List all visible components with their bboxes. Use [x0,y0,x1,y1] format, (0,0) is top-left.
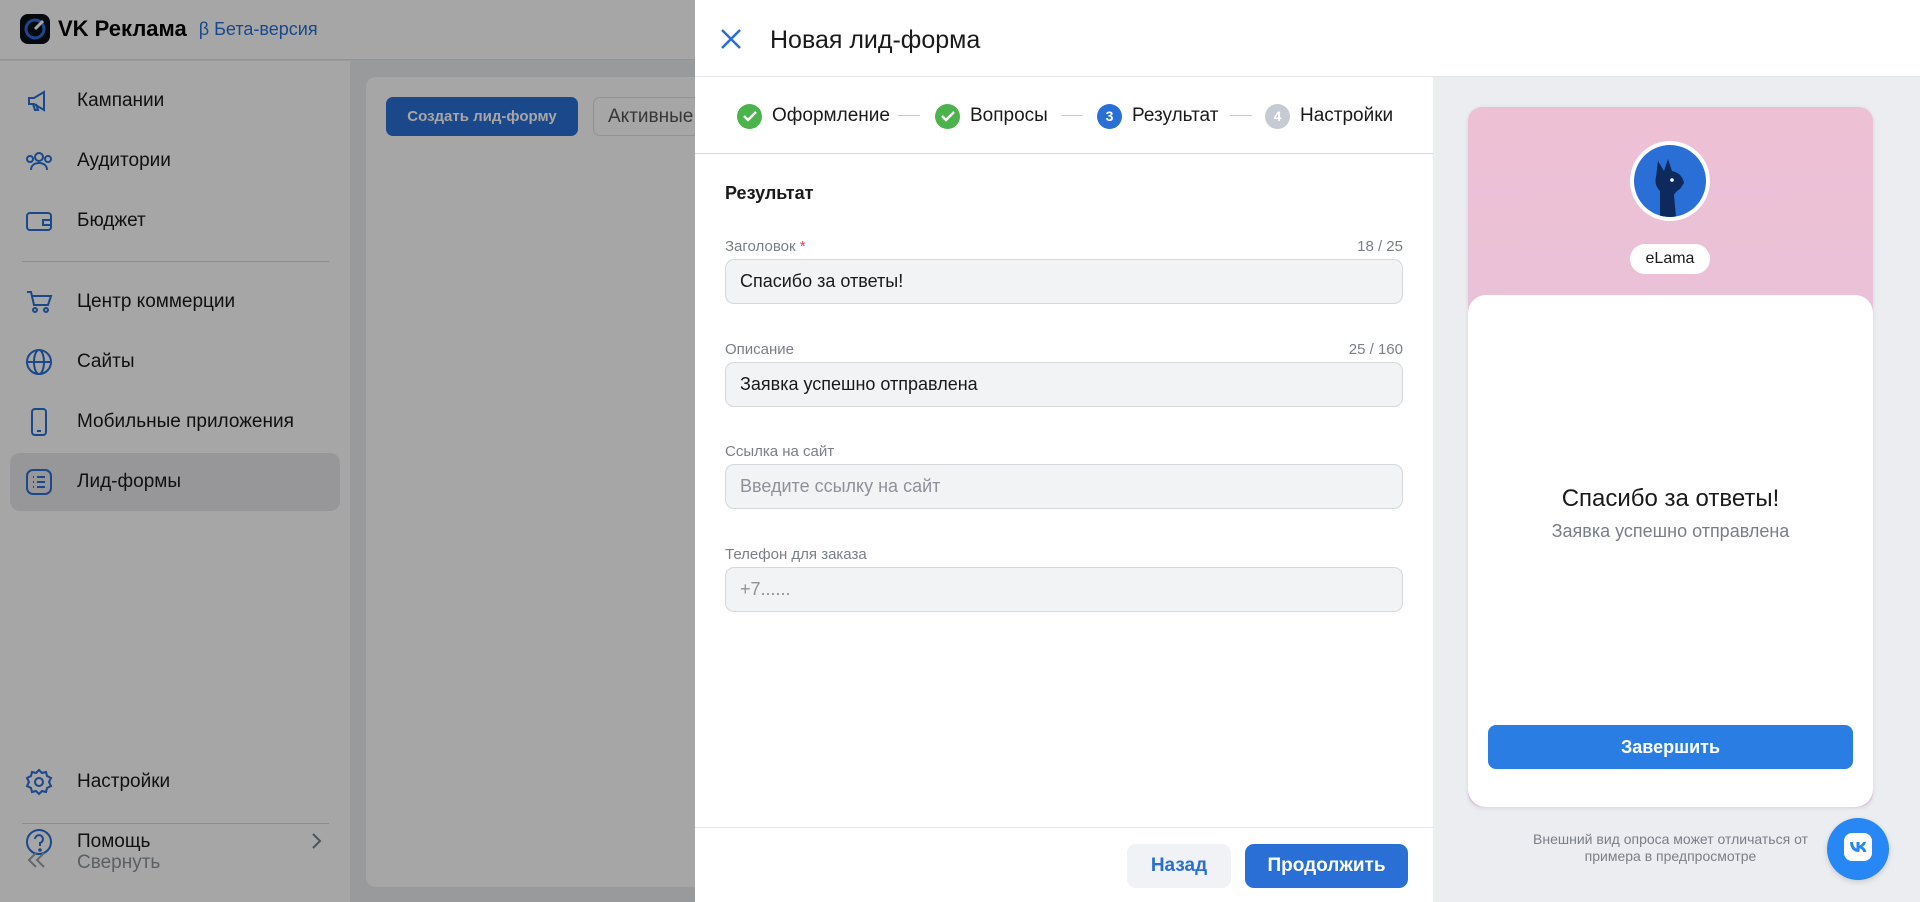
field-label: Описание [725,341,795,358]
new-lead-form-modal: Новая лид-форма Оформление Вопросы 3 Рез… [695,0,1920,902]
field-label: Ссылка на сайт [725,443,835,460]
headline-input[interactable]: Спасибо за ответы! [725,259,1403,304]
finish-button[interactable]: Завершить [1488,725,1853,769]
step-label: Оформление [772,105,890,126]
modal-title: Новая лид-форма [770,26,981,54]
back-button[interactable]: Назад [1127,844,1231,888]
char-counter: 18 / 25 [1357,238,1403,255]
vk-chat-button[interactable] [1827,818,1889,880]
continue-button[interactable]: Продолжить [1245,844,1408,888]
vk-logo-icon [1843,832,1873,867]
stepper: Оформление Вопросы 3 Результат 4 Настрой… [695,77,1433,154]
step-design[interactable]: Оформление [737,103,890,129]
step-number: 3 [1097,103,1122,129]
check-icon [935,103,960,129]
step-number: 4 [1265,103,1290,129]
llama-logo-icon [1634,145,1706,217]
phone-input[interactable]: +7...... [725,567,1403,612]
close-icon[interactable] [718,26,744,52]
form-preview: eLama Спасибо за ответы! Заявка успешно … [1468,107,1873,807]
preview-description: Заявка успешно отправлена [1551,521,1790,541]
step-result[interactable]: 3 Результат [1097,103,1218,129]
step-questions[interactable]: Вопросы [935,103,1048,129]
step-separator [1230,115,1252,116]
brand-name: eLama [1630,244,1710,274]
modal-header: Новая лид-форма [695,0,1920,77]
step-separator [1061,115,1083,116]
preview-note: Внешний вид опроса может отличаться от п… [1533,831,1808,864]
char-counter: 25 / 160 [1348,341,1403,358]
preview-title: Спасибо за ответы! [1561,485,1780,512]
field-label: Телефон для заказа [725,546,867,563]
step-label: Настройки [1300,105,1394,126]
check-icon [737,103,762,129]
step-separator [898,115,920,116]
brand-avatar [1630,141,1710,221]
step-settings[interactable]: 4 Настройки [1265,103,1393,129]
description-input[interactable]: Заявка успешно отправлена [725,362,1403,407]
required-mark: * [799,238,806,255]
section-title: Результат [725,183,814,203]
step-label: Результат [1132,105,1219,126]
modal-footer: Назад Продолжить [695,827,1433,902]
field-label: Заголовок * [725,238,806,255]
result-card: Спасибо за ответы! Заявка успешно отправ… [1468,295,1873,807]
site-link-input[interactable]: Введите ссылку на сайт [725,464,1403,509]
preview-area: eLama Спасибо за ответы! Заявка успешно … [1433,77,1920,902]
step-label: Вопросы [970,105,1048,126]
